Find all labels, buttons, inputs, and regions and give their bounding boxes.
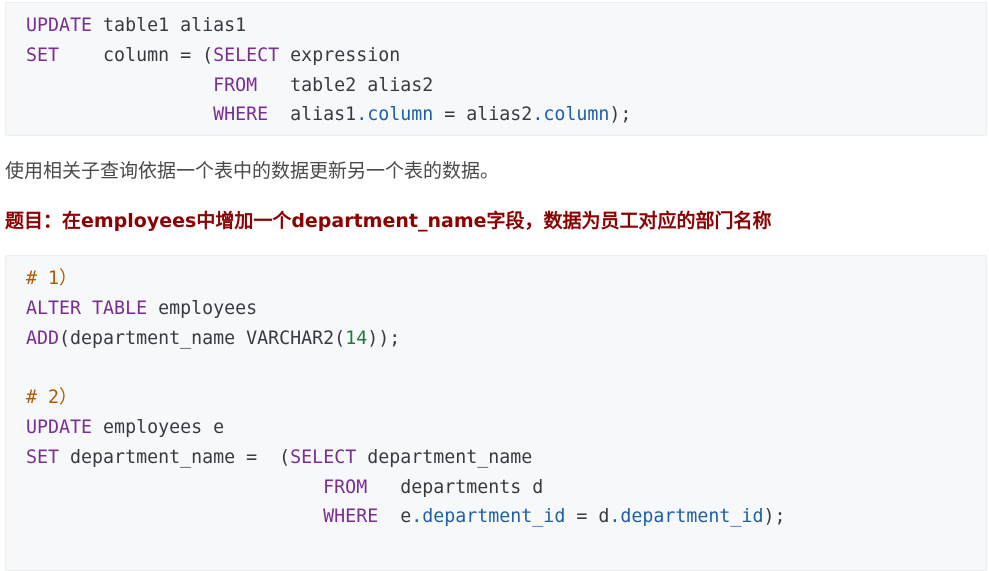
code-keyword: SET <box>26 44 60 66</box>
code-plain: (department_name VARCHAR2( <box>59 327 346 349</box>
code-line: SET department_name = (SELECT department… <box>26 447 532 468</box>
code-line: SET column = (SELECT expression <box>26 45 400 66</box>
code-line: # 1） <box>26 268 77 289</box>
code-plain <box>26 75 213 96</box>
code-plain: )); <box>367 327 401 349</box>
code-plain: departments d <box>367 476 544 498</box>
code-plain: table2 alias2 <box>257 74 434 96</box>
code-plain: column = ( <box>59 44 214 66</box>
code-keyword: FROM <box>323 476 368 498</box>
code-line: FROM departments d <box>26 477 543 498</box>
code-line: ALTER TABLE employees <box>26 298 257 319</box>
code-block-exercise-solution: # 1） ALTER TABLE employees ADD(departmen… <box>5 255 987 571</box>
code-line: ADD(department_name VARCHAR2(14)); <box>26 328 400 349</box>
code-property: .department_id <box>609 506 764 528</box>
code-keyword: FROM <box>213 74 258 96</box>
code-line: UPDATE employees e <box>26 417 224 438</box>
code-text: # 1） ALTER TABLE employees ADD(departmen… <box>26 264 785 532</box>
code-plain: department_name = ( <box>59 446 291 468</box>
code-keyword: SET <box>26 446 60 468</box>
code-keyword: WHERE <box>323 506 379 528</box>
code-plain: = d <box>565 506 610 528</box>
code-line: # 2） <box>26 387 77 408</box>
code-line: WHERE alias1.column = alias2.column); <box>26 104 631 125</box>
code-property: .column <box>532 104 610 126</box>
description-paragraph: 使用相关子查询依据一个表中的数据更新另一个表的数据。 <box>5 160 500 182</box>
code-plain <box>26 104 213 125</box>
exercise-heading: 题目：在employees中增加一个department_name字段，数据为员… <box>5 210 772 232</box>
code-plain: e <box>378 506 412 528</box>
code-plain <box>81 298 92 319</box>
code-plain: department_name <box>356 446 533 468</box>
code-keyword: ALTER <box>26 297 82 319</box>
code-line: FROM table2 alias2 <box>26 75 433 96</box>
code-comment: # 1） <box>26 268 78 289</box>
code-block-update-syntax: UPDATE table1 alias1 SET column = (SELEC… <box>5 2 987 136</box>
code-plain <box>26 477 323 498</box>
code-comment: # 2） <box>26 387 78 409</box>
code-keyword: WHERE <box>213 104 269 126</box>
code-keyword: SELECT <box>290 446 357 468</box>
code-property: .column <box>356 104 434 126</box>
code-plain: table1 alias1 <box>92 15 247 36</box>
code-keyword: UPDATE <box>26 416 93 438</box>
code-number: 14 <box>345 327 368 349</box>
code-plain: alias1 <box>268 104 357 126</box>
code-plain: = alias2 <box>433 104 533 126</box>
code-plain: ); <box>609 104 632 126</box>
code-keyword: TABLE <box>92 297 148 319</box>
code-plain <box>26 506 323 527</box>
code-line: UPDATE table1 alias1 <box>26 15 246 36</box>
code-plain: employees e <box>92 416 225 438</box>
code-text: UPDATE table1 alias1 SET column = (SELEC… <box>26 11 631 130</box>
code-plain: ); <box>763 506 786 528</box>
code-keyword: SELECT <box>213 44 280 66</box>
code-keyword: UPDATE <box>26 15 93 36</box>
code-plain: employees <box>147 297 258 319</box>
code-line: WHERE e.department_id = d.department_id)… <box>26 506 785 527</box>
code-property: .department_id <box>411 506 566 528</box>
code-keyword: ADD <box>26 327 60 349</box>
code-plain: expression <box>279 44 401 66</box>
